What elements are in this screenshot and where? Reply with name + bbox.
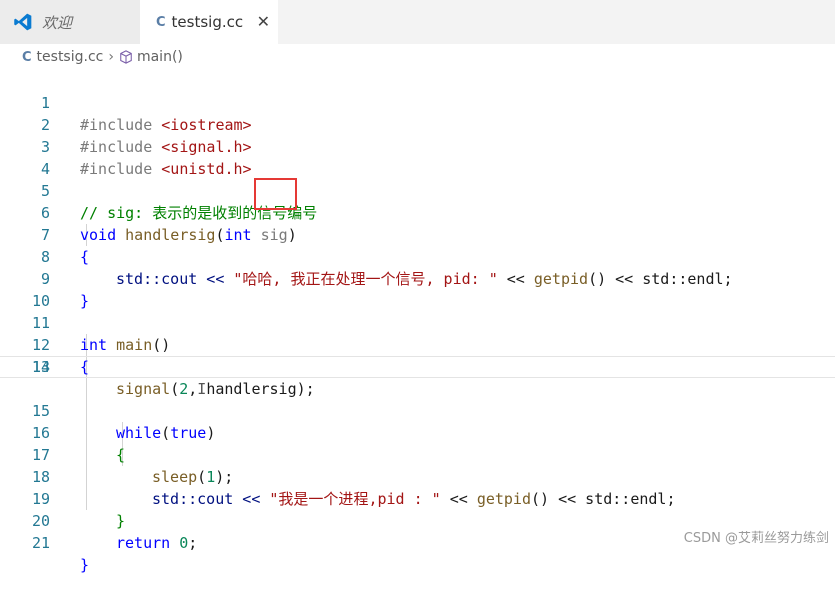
code-token: ;	[188, 534, 198, 552]
code-line-current: 14	[0, 356, 835, 378]
chevron-right-icon: ›	[108, 49, 114, 65]
code-line: 5 // sig: 表示的是收到的信号编号	[0, 158, 835, 222]
code-line: 6 void handlersig(int sig)	[0, 180, 835, 244]
watermark: CSDN @艾莉丝努力练剑	[683, 531, 829, 546]
cpp-file-icon: C	[156, 14, 166, 30]
tab-welcome-label: 欢迎	[42, 13, 73, 32]
code-editor[interactable]: 1 #include <iostream> 2 #include <signal…	[0, 70, 835, 574]
code-line: 3 #include <unistd.h>	[0, 114, 835, 178]
breadcrumb-symbol-label: main()	[136, 49, 183, 65]
cpp-file-icon: C	[22, 49, 32, 65]
line-number: 21	[31, 534, 50, 552]
cube-icon	[119, 50, 133, 64]
breadcrumb-file-label: testsig.cc	[36, 49, 104, 65]
code-line: 20 return 0;	[0, 488, 835, 552]
vscode-logo-icon	[12, 11, 34, 33]
code-line: 17 sleep(1);	[0, 422, 835, 486]
code-line: 8 std::cout << "哈哈, 我正在处理一个信号, pid: " <<…	[0, 224, 835, 288]
tab-bar-empty	[278, 0, 835, 44]
code-line: 4	[0, 136, 835, 178]
code-line: 10	[0, 268, 835, 310]
code-line: 13 signal(2,Ihandlersig);	[0, 334, 835, 398]
tab-welcome[interactable]: 欢迎	[0, 0, 140, 44]
code-token: return	[116, 534, 171, 552]
code-token: 0	[179, 534, 189, 552]
code-line: 9 }	[0, 246, 835, 310]
breadcrumb-file[interactable]: C testsig.cc	[22, 49, 103, 65]
close-icon[interactable]: ✕	[257, 12, 270, 31]
code-line: 16 {	[0, 400, 835, 464]
code-line: 1 #include <iostream>	[0, 70, 835, 134]
tab-bar: 欢迎 C testsig.cc ✕	[0, 0, 835, 44]
annotation-highlight-box	[254, 178, 297, 210]
code-line: 19 }	[0, 466, 835, 530]
code-line: 11 int main()	[0, 290, 835, 354]
code-line: 2 #include <signal.h>	[0, 92, 835, 156]
code-token: }	[80, 556, 90, 574]
breadcrumb: C testsig.cc › main()	[0, 44, 835, 70]
tab-testsig[interactable]: C testsig.cc ✕	[140, 0, 278, 44]
code-line: 7 {	[0, 202, 835, 266]
breadcrumb-symbol[interactable]: main()	[119, 49, 183, 65]
code-line: 12 {	[0, 312, 835, 376]
code-line: 18 std::cout << "我是一个进程,pid : " << getpi…	[0, 444, 835, 508]
tab-testsig-label: testsig.cc	[171, 13, 244, 31]
line-number: 14	[31, 358, 50, 376]
code-line: 15 while(true)	[0, 378, 835, 442]
